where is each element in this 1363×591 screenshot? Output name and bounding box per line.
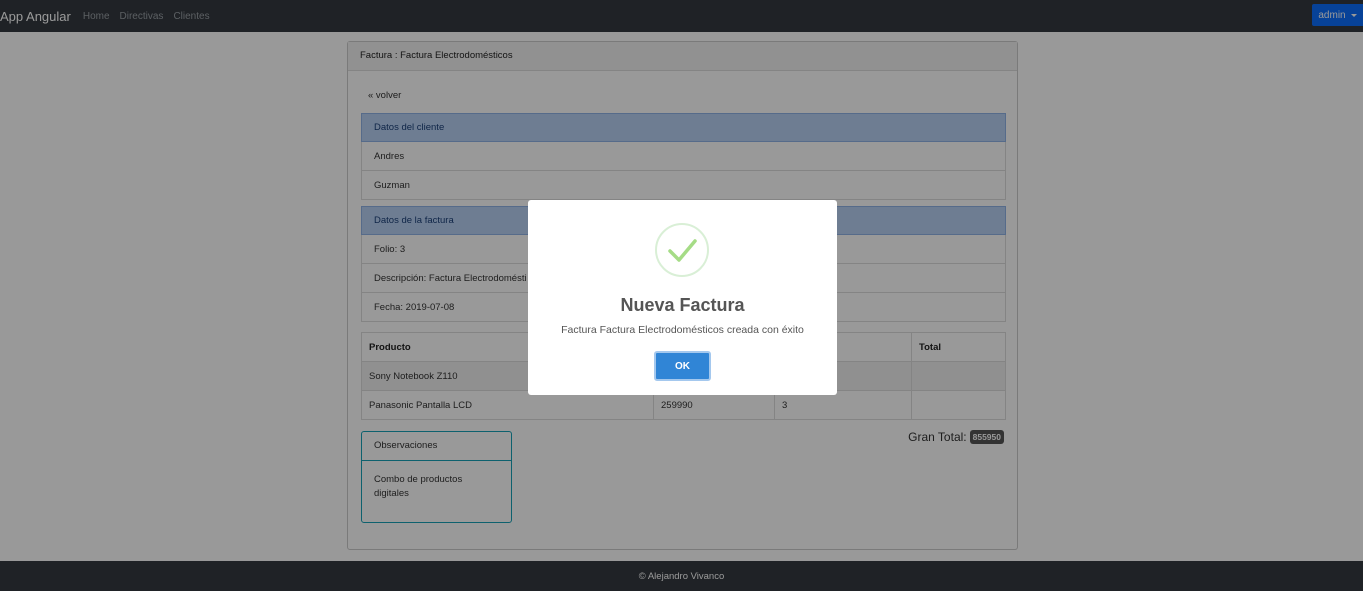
ok-button[interactable]: OK xyxy=(654,351,711,381)
success-dialog: Nueva Factura Factura Factura Electrodom… xyxy=(528,200,837,395)
dialog-message: Factura Factura Electrodomésticos creada… xyxy=(561,324,804,336)
success-check-icon xyxy=(655,223,709,277)
dialog-title: Nueva Factura xyxy=(620,295,745,315)
